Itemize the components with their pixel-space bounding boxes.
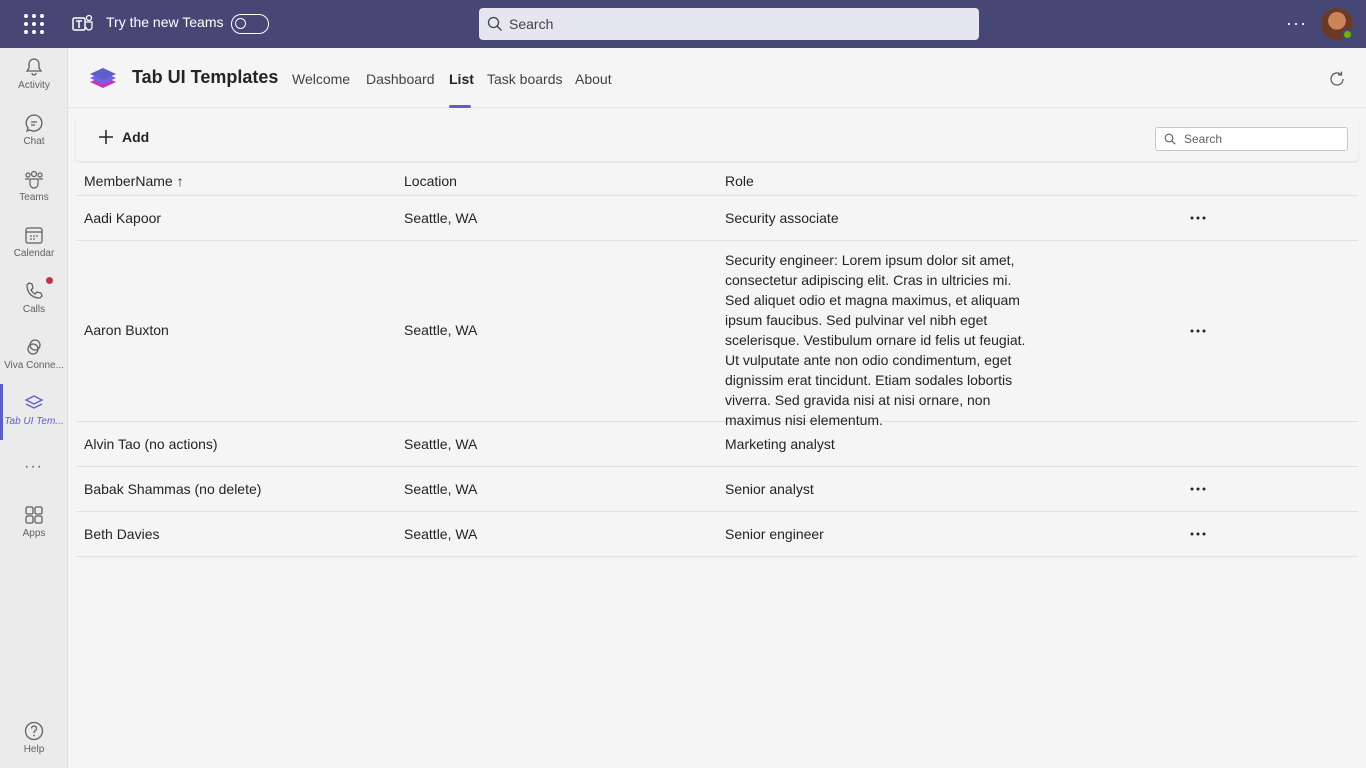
table-row[interactable]: Beth Davies Seattle, WA Senior engineer xyxy=(76,512,1358,557)
member-name-cell: Alvin Tao (no actions) xyxy=(84,436,218,452)
rail-item-tab-ui-templates[interactable]: Tab UI Tem... xyxy=(0,384,68,440)
help-icon xyxy=(24,721,44,741)
row-more-actions-icon[interactable] xyxy=(1190,216,1206,220)
role-cell: Security associate xyxy=(725,210,839,226)
role-cell: Security engineer: Lorem ipsum dolor sit… xyxy=(725,252,1026,428)
tab-dashboard[interactable]: Dashboard xyxy=(366,71,435,87)
rail-item-help[interactable]: Help xyxy=(0,712,68,768)
global-search-placeholder: Search xyxy=(509,16,554,32)
tab-welcome[interactable]: Welcome xyxy=(292,71,350,87)
tab-about[interactable]: About xyxy=(575,71,612,87)
member-name-cell: Babak Shammas (no delete) xyxy=(84,481,262,497)
rail-item-calls[interactable]: Calls xyxy=(0,272,68,328)
list-search-placeholder: Search xyxy=(1184,132,1223,146)
phone-icon xyxy=(26,282,43,299)
presence-available-icon xyxy=(1342,29,1353,40)
app-header: Tab UI Templates Welcome Dashboard List … xyxy=(68,48,1366,108)
row-more-actions-icon[interactable] xyxy=(1190,487,1206,491)
top-bar: Try the new Teams Search ··· xyxy=(0,0,1366,48)
list-search-input[interactable]: Search xyxy=(1155,127,1348,151)
bell-icon xyxy=(25,58,43,76)
app-rail: Activity Chat Teams Calendar Calls Viva … xyxy=(0,48,68,768)
location-cell: Seattle, WA xyxy=(404,322,478,338)
location-cell: Seattle, WA xyxy=(404,210,478,226)
member-name-cell: Aadi Kapoor xyxy=(84,210,162,226)
teams-icon xyxy=(25,170,43,189)
refresh-icon[interactable] xyxy=(1328,70,1346,88)
table-row[interactable]: Alvin Tao (no actions) Seattle, WA Marke… xyxy=(76,422,1358,467)
table-row[interactable]: Babak Shammas (no delete) Seattle, WA Se… xyxy=(76,467,1358,512)
rail-item-viva-connections[interactable]: Viva Conne... xyxy=(0,328,68,384)
rail-item-calendar[interactable]: Calendar xyxy=(0,216,68,272)
rail-item-activity[interactable]: Activity xyxy=(0,48,68,104)
members-table: MemberName ↑ Location Role Aadi Kapoor S… xyxy=(76,165,1358,557)
global-search-box[interactable]: Search xyxy=(479,8,979,40)
chat-icon xyxy=(25,114,43,133)
column-header-role[interactable]: Role xyxy=(725,173,754,189)
location-cell: Seattle, WA xyxy=(404,436,478,452)
list-toolbar: Add Search xyxy=(76,117,1358,161)
add-button[interactable]: Add xyxy=(98,129,149,145)
calendar-icon xyxy=(25,227,43,244)
tab-task-boards[interactable]: Task boards xyxy=(487,71,562,87)
tab-ui-templates-logo-icon xyxy=(90,68,116,88)
table-row[interactable]: Aaron Buxton Seattle, WA Security engine… xyxy=(76,241,1358,428)
column-header-member-name[interactable]: MemberName ↑ xyxy=(84,173,184,189)
active-tab-indicator xyxy=(449,105,471,108)
rail-item-label: Viva Conne... xyxy=(4,360,64,371)
role-cell: Senior analyst xyxy=(725,481,814,497)
apps-icon xyxy=(25,506,43,524)
rail-item-label: Calls xyxy=(22,304,46,315)
rail-item-chat[interactable]: Chat xyxy=(0,104,68,160)
add-button-label: Add xyxy=(122,129,150,145)
teams-logo-icon xyxy=(72,14,93,31)
role-cell: Senior engineer xyxy=(725,526,824,542)
location-cell: Seattle, WA xyxy=(404,481,478,497)
role-cell: Marketing analyst xyxy=(725,436,835,452)
location-cell: Seattle, WA xyxy=(404,526,478,542)
try-new-teams-label: Try the new Teams xyxy=(106,14,224,30)
rail-item-teams[interactable]: Teams xyxy=(0,160,68,216)
rail-item-label: Tab UI Tem... xyxy=(4,416,64,427)
search-icon xyxy=(487,16,502,31)
rail-item-label: Chat xyxy=(23,136,45,147)
rail-item-apps[interactable]: Apps xyxy=(0,496,68,552)
row-more-actions-icon[interactable] xyxy=(1190,329,1206,333)
viva-connections-icon xyxy=(27,339,41,355)
table-row[interactable]: Aadi Kapoor Seattle, WA Security associa… xyxy=(76,196,1358,241)
try-new-teams-toggle[interactable] xyxy=(231,14,269,34)
member-name-cell: Beth Davies xyxy=(84,526,160,542)
more-options-icon[interactable]: ··· xyxy=(1286,14,1307,32)
app-title: Tab UI Templates xyxy=(132,67,279,87)
rail-item-label: Activity xyxy=(18,80,50,91)
tab-list[interactable]: List xyxy=(449,71,474,87)
row-more-actions-icon[interactable] xyxy=(1190,532,1206,536)
layers-icon xyxy=(24,395,44,409)
rail-item-label: Teams xyxy=(19,192,49,203)
app-launcher-icon[interactable] xyxy=(24,14,44,34)
column-header-location[interactable]: Location xyxy=(404,173,457,189)
rail-item-label: Help xyxy=(23,744,45,755)
notification-dot xyxy=(46,277,53,284)
member-name-cell: Aaron Buxton xyxy=(84,322,169,338)
search-icon xyxy=(1164,133,1176,145)
rail-item-label: Calendar xyxy=(13,248,55,259)
more-apps-icon[interactable]: ··· xyxy=(24,458,43,476)
table-header: MemberName ↑ Location Role xyxy=(76,165,1358,196)
rail-item-label: Apps xyxy=(22,528,46,539)
plus-icon xyxy=(99,130,113,144)
